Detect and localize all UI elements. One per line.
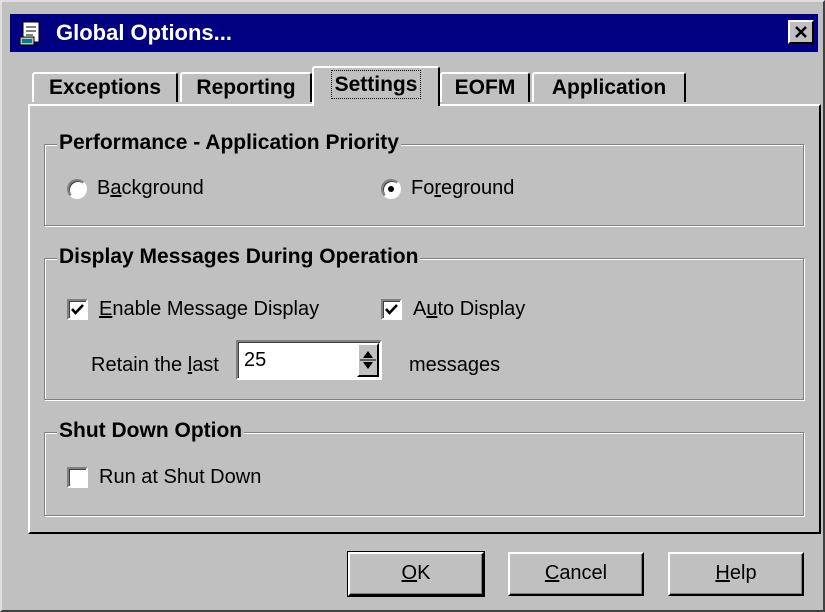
window-title: Global Options... <box>56 20 232 45</box>
tab-application[interactable]: Application <box>532 72 686 102</box>
display-group-title: Display Messages During Operation <box>57 244 421 270</box>
performance-group-title: Performance - Application Priority <box>57 130 401 156</box>
spin-buttons[interactable] <box>357 343 379 377</box>
run-at-shutdown-checkbox[interactable] <box>67 467 88 488</box>
radio-selected-dot <box>388 186 394 192</box>
retain-count-spinner[interactable]: 25 <box>236 340 382 380</box>
foreground-radio[interactable] <box>381 179 401 199</box>
help-button[interactable]: Help <box>668 552 804 596</box>
checkmark-icon <box>71 304 84 315</box>
title-bar[interactable]: Global Options... <box>10 14 818 52</box>
auto-display-checkbox[interactable] <box>381 299 402 320</box>
tab-eofm[interactable]: EOFM <box>440 72 530 102</box>
auto-display-label[interactable]: Auto Display <box>413 297 525 321</box>
global-options-dialog: Global Options... Exceptions Reporting S… <box>0 0 825 612</box>
messages-label: messages <box>409 354 501 376</box>
close-button[interactable] <box>788 20 814 44</box>
retain-label: Retain the last <box>91 354 219 376</box>
spin-arrows-icon <box>360 351 376 369</box>
background-radio-label[interactable]: Background <box>97 176 204 200</box>
retain-count-value[interactable]: 25 <box>244 348 266 372</box>
display-messages-group: Display Messages During Operation Enable… <box>44 244 804 400</box>
foreground-radio-label[interactable]: Foreground <box>411 176 514 200</box>
cancel-button[interactable]: Cancel <box>508 552 644 596</box>
close-icon <box>795 26 807 38</box>
ok-button[interactable]: OK <box>347 551 485 597</box>
performance-priority-group: Performance - Application Priority Backg… <box>44 130 804 226</box>
enable-message-display-label[interactable]: Enable Message Display <box>99 297 319 321</box>
shutdown-group-title: Shut Down Option <box>57 418 245 444</box>
checkmark-icon <box>385 304 398 315</box>
settings-tab-panel: Performance - Application Priority Backg… <box>28 104 821 534</box>
run-at-shutdown-label[interactable]: Run at Shut Down <box>99 465 261 489</box>
tab-exceptions[interactable]: Exceptions <box>32 72 178 102</box>
shutdown-option-group: Shut Down Option Run at Shut Down <box>44 418 804 516</box>
tab-settings[interactable]: Settings <box>312 66 440 106</box>
enable-message-display-checkbox[interactable] <box>67 299 88 320</box>
app-document-icon <box>19 21 40 46</box>
background-radio[interactable] <box>67 179 87 199</box>
tab-reporting[interactable]: Reporting <box>180 72 312 102</box>
